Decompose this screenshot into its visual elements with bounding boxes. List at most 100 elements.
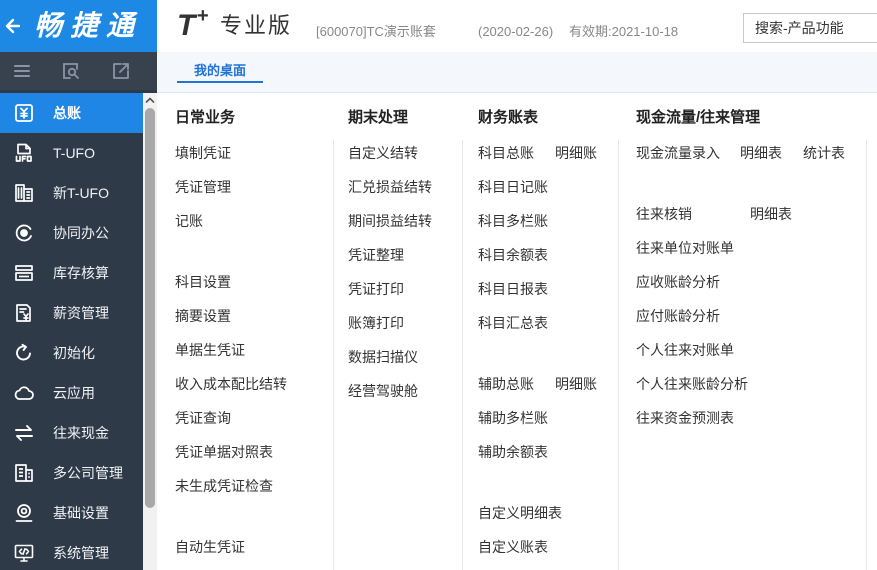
sidebar-item-inventory-accounting[interactable]: 库存核算 xyxy=(0,253,143,293)
link-writeoff-detail[interactable]: 明细表 xyxy=(750,205,792,223)
ufo-report-icon xyxy=(15,143,32,162)
column-divider xyxy=(462,140,463,570)
link-auto-generate-voucher[interactable]: 自动生凭证 xyxy=(175,539,245,555)
product-logo-plus: + xyxy=(197,5,209,27)
link-post-voucher[interactable]: 记账 xyxy=(175,213,203,229)
link-cash-flow-statistics[interactable]: 统计表 xyxy=(803,144,845,162)
link-partner-statement[interactable]: 往来单位对账单 xyxy=(636,240,734,256)
sidebar-item-label: T-UFO xyxy=(53,145,95,161)
sidebar-scrollbar[interactable] xyxy=(143,93,157,570)
sidebar-item-basic-settings[interactable]: 基础设置 xyxy=(0,493,143,533)
monitor-code-icon xyxy=(14,544,34,562)
search-input[interactable] xyxy=(743,13,877,43)
link-business-cockpit[interactable]: 经营驾驶舱 xyxy=(348,383,418,399)
sidebar-item-t-ufo[interactable]: T-UFO xyxy=(0,133,143,173)
link-custom-transfer[interactable]: 自定义结转 xyxy=(348,145,418,161)
link-personal-aging[interactable]: 个人往来账龄分析 xyxy=(636,376,748,392)
menu-icon[interactable] xyxy=(13,62,31,80)
link-cash-flow-entry[interactable]: 现金流量录入 xyxy=(636,145,720,161)
link-account-balance-sheet[interactable]: 科目余额表 xyxy=(478,247,548,263)
link-summary-setup[interactable]: 摘要设置 xyxy=(175,308,231,324)
chevron-up-icon[interactable] xyxy=(143,93,157,107)
column-divider xyxy=(333,140,334,570)
sidebar-item-label: 往来现金 xyxy=(53,425,109,441)
link-voucher-reorganize[interactable]: 凭证整理 xyxy=(348,247,404,263)
link-auxiliary-balance-sheet[interactable]: 辅助余额表 xyxy=(478,444,548,460)
link-document-to-voucher[interactable]: 单据生凭证 xyxy=(175,342,245,358)
column-divider xyxy=(618,140,619,570)
link-cash-flow-detail[interactable]: 明细表 xyxy=(740,144,782,162)
link-fill-voucher[interactable]: 填制凭证 xyxy=(175,145,231,161)
tab-label: 我的桌面 xyxy=(193,63,246,78)
menu-group: 往来核销 明细表 往来单位对账单 应收账龄分析 应付账龄分析 个人往来对账单 个… xyxy=(636,205,792,427)
menu-row: 凭证打印 xyxy=(348,280,432,298)
export-document-icon[interactable] xyxy=(112,62,130,80)
link-account-summary[interactable]: 科目汇总表 xyxy=(478,315,548,331)
account-set-label[interactable]: [600070]TC演示账套 xyxy=(316,24,436,40)
sidebar-item-new-t-ufo[interactable]: 新T-UFO xyxy=(0,173,143,213)
sidebar-item-cloud-apps[interactable]: 云应用 xyxy=(0,373,143,413)
sidebar-nav: 总账 T-UFO 新T-UFO 协同办公 库存核算 薪资管理 初始化 云应用 往… xyxy=(0,93,143,570)
license-validity: 有效期:2021-10-18 xyxy=(569,24,679,39)
link-revenue-cost-matching-transfer[interactable]: 收入成本配比结转 xyxy=(175,376,287,392)
link-data-scanner[interactable]: 数据扫描仪 xyxy=(348,349,418,365)
sidebar-item-system-management[interactable]: 系统管理 xyxy=(0,533,143,570)
link-account-multicolumn-ledger[interactable]: 科目多栏账 xyxy=(478,213,548,229)
product-logo-letter: T xyxy=(177,9,196,42)
link-account-detail-ledger[interactable]: 明细账 xyxy=(555,144,597,162)
sidebar-item-label: 协同办公 xyxy=(53,225,109,241)
link-account-daily-report[interactable]: 科目日报表 xyxy=(478,281,548,297)
link-voucher-query[interactable]: 凭证查询 xyxy=(175,410,231,426)
sidebar-item-initialization[interactable]: 初始化 xyxy=(0,333,143,373)
link-fund-forecast[interactable]: 往来资金预测表 xyxy=(636,410,734,426)
menu-row: 单据生凭证 xyxy=(175,341,287,359)
tab-bar: 我的桌面 xyxy=(157,52,877,93)
link-receivable-payable-writeoff[interactable]: 往来核销 xyxy=(636,206,692,222)
sidebar-item-label: 多公司管理 xyxy=(53,465,123,481)
link-exchange-gain-loss-transfer[interactable]: 汇兑损益结转 xyxy=(348,179,432,195)
back-arrow-icon[interactable] xyxy=(4,16,22,36)
link-receivable-aging[interactable]: 应收账龄分析 xyxy=(636,274,720,290)
menu-group: 辅助总账 明细账 辅助多栏账 辅助余额表 xyxy=(478,375,597,461)
link-account-general-ledger[interactable]: 科目总账 xyxy=(478,145,534,161)
login-date: (2020-02-26) xyxy=(478,24,554,39)
sidebar-item-multi-company[interactable]: 多公司管理 xyxy=(0,453,143,493)
sidebar-item-general-ledger[interactable]: 总账 xyxy=(0,93,143,133)
link-payable-aging[interactable]: 应付账龄分析 xyxy=(636,308,720,324)
link-account-setup[interactable]: 科目设置 xyxy=(175,274,231,290)
menu-group: 自定义结转 汇兑损益结转 期间损益结转 凭证整理 凭证打印 账簿打印 数据扫描仪… xyxy=(348,144,432,400)
sidebar-item-receivables-cash[interactable]: 往来现金 xyxy=(0,413,143,453)
menu-row: 应收账龄分析 xyxy=(636,273,760,291)
menu-row: 自定义结转 xyxy=(348,144,432,162)
link-auxiliary-general-ledger[interactable]: 辅助总账 xyxy=(478,376,534,392)
menu-row: 科目设置 xyxy=(175,273,287,291)
menu-row: 凭证整理 xyxy=(348,246,432,264)
link-ledger-print[interactable]: 账簿打印 xyxy=(348,315,404,331)
link-voucher-print[interactable]: 凭证打印 xyxy=(348,281,404,297)
link-period-profit-loss-transfer[interactable]: 期间损益结转 xyxy=(348,213,432,229)
top-header: T + 专业版 [600070]TC演示账套 (2020-02-26) 有效期:… xyxy=(157,0,877,52)
scrollbar-thumb[interactable] xyxy=(145,108,155,508)
tab-my-desktop[interactable]: 我的桌面 xyxy=(177,61,263,83)
search-document-icon[interactable] xyxy=(62,62,80,80)
column-title: 财务账表 xyxy=(478,109,539,126)
tab-active-indicator xyxy=(177,81,263,83)
column-title: 日常业务 xyxy=(175,109,236,126)
exchange-icon xyxy=(15,425,33,441)
menu-group: 科目设置 摘要设置 单据生凭证 收入成本配比结转 凭证查询 凭证单据对照表 未生… xyxy=(175,273,287,495)
link-custom-detail-report[interactable]: 自定义明细表 xyxy=(478,505,562,521)
settings-icon xyxy=(15,504,33,522)
link-custom-report[interactable]: 自定义账表 xyxy=(478,539,548,555)
link-auxiliary-detail-ledger[interactable]: 明细账 xyxy=(555,375,597,393)
sidebar-item-collaboration[interactable]: 协同办公 xyxy=(0,213,143,253)
link-voucher-document-mapping[interactable]: 凭证单据对照表 xyxy=(175,444,273,460)
sidebar-toolbar xyxy=(0,52,157,90)
link-account-journal[interactable]: 科目日记账 xyxy=(478,179,548,195)
menu-row: 科目汇总表 xyxy=(478,314,562,332)
sidebar-item-payroll[interactable]: 薪资管理 xyxy=(0,293,143,333)
link-auxiliary-multicolumn-ledger[interactable]: 辅助多栏账 xyxy=(478,410,548,426)
menu-row: 科目总账 明细账 xyxy=(478,144,597,162)
link-ungenerated-voucher-check[interactable]: 未生成凭证检查 xyxy=(175,478,273,494)
link-voucher-management[interactable]: 凭证管理 xyxy=(175,179,231,195)
link-personal-statement[interactable]: 个人往来对账单 xyxy=(636,342,734,358)
